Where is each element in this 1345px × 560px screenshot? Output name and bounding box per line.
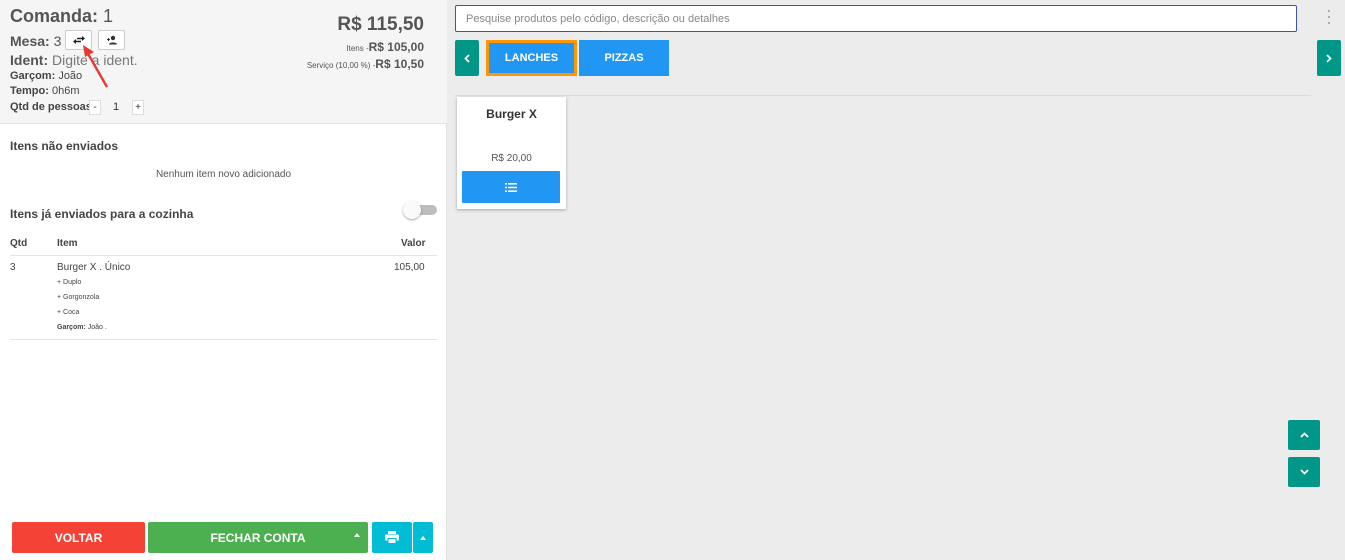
category-pizzas[interactable]: PIZZAS (579, 40, 669, 76)
tempo-value: 0h6m (51, 85, 80, 97)
close-account-button[interactable]: FECHAR CONTA (148, 522, 368, 553)
sent-title: Itens já enviados para a cozinha (10, 207, 194, 221)
product-price: R$ 20,00 (491, 153, 532, 164)
garcom-value: João (58, 70, 83, 82)
product-search-input[interactable] (455, 5, 1297, 32)
print-options-button[interactable] (413, 522, 433, 553)
sent-items-toggle[interactable] (403, 201, 437, 219)
category-next-button[interactable] (1317, 40, 1341, 76)
category-lanches[interactable]: LANCHES (486, 40, 577, 76)
qtd-pessoas-value: 1 (113, 101, 120, 113)
col-valor: Valor (401, 238, 426, 249)
row-modifier: + Gorgonzola (57, 294, 100, 301)
chevron-right-icon (1326, 53, 1332, 63)
row-garcom: Garçom: João . (57, 324, 107, 331)
back-button[interactable]: VOLTAR (12, 522, 145, 553)
close-account-label: FECHAR CONTA (210, 530, 306, 545)
qty-increment-button[interactable]: + (132, 100, 144, 115)
chevron-down-icon (1299, 469, 1309, 475)
comanda-title: Comanda: 1 (10, 6, 114, 26)
empty-message: Nenhum item novo adicionado (155, 169, 292, 180)
divider (10, 255, 437, 256)
items-subtotal: Itens -R$ 105,00 (346, 40, 424, 54)
row-valor: 105,00 (394, 262, 425, 273)
service-fee: Serviço (10,00 %) -R$ 10,50 (306, 57, 424, 71)
tempo-row: Tempo: 0h6m (10, 85, 80, 97)
mesa-number: 3 (53, 33, 62, 49)
col-qtd: Qtd (10, 238, 28, 249)
order-header: Comanda: 1 Mesa: 3 Ident: Digite a ident… (0, 0, 447, 124)
product-card[interactable]: Burger X R$ 20,00 (457, 97, 566, 209)
scroll-down-button[interactable] (1288, 457, 1320, 487)
garcom-row: Garçom: João (10, 70, 83, 82)
qty-decrement-button[interactable]: - (89, 100, 101, 115)
order-panel: Comanda: 1 Mesa: 3 Ident: Digite a ident… (0, 0, 447, 560)
row-modifier: + Coca (57, 309, 80, 316)
caret-up-icon (420, 535, 426, 540)
divider (455, 95, 1311, 96)
chevron-left-icon (464, 53, 470, 63)
chevron-up-icon (1299, 432, 1309, 438)
more-vert-icon[interactable] (1325, 10, 1333, 24)
caret-up-icon[interactable] (354, 533, 360, 537)
print-icon (385, 531, 399, 544)
print-button[interactable] (372, 522, 412, 553)
category-prev-button[interactable] (455, 40, 479, 76)
order-total: R$ 115,50 (337, 14, 424, 35)
qtd-pessoas-label: Qtd de pessoas: (10, 101, 96, 113)
mesa-label: Mesa: 3 (10, 33, 62, 49)
not-sent-title: Itens não enviados (10, 139, 119, 153)
row-qtd: 3 (10, 262, 16, 273)
list-icon (505, 182, 517, 192)
row-item: Burger X . Único (57, 262, 131, 273)
scroll-up-button[interactable] (1288, 420, 1320, 450)
row-modifier: + Duplo (57, 279, 82, 286)
comanda-number: 1 (103, 6, 114, 26)
annotation-arrow (83, 45, 109, 88)
product-name: Burger X (486, 107, 537, 121)
col-item: Item (57, 238, 78, 249)
divider (10, 339, 437, 340)
ident-row: Ident: Digite a ident. (10, 52, 138, 68)
product-options-button[interactable] (462, 171, 560, 203)
